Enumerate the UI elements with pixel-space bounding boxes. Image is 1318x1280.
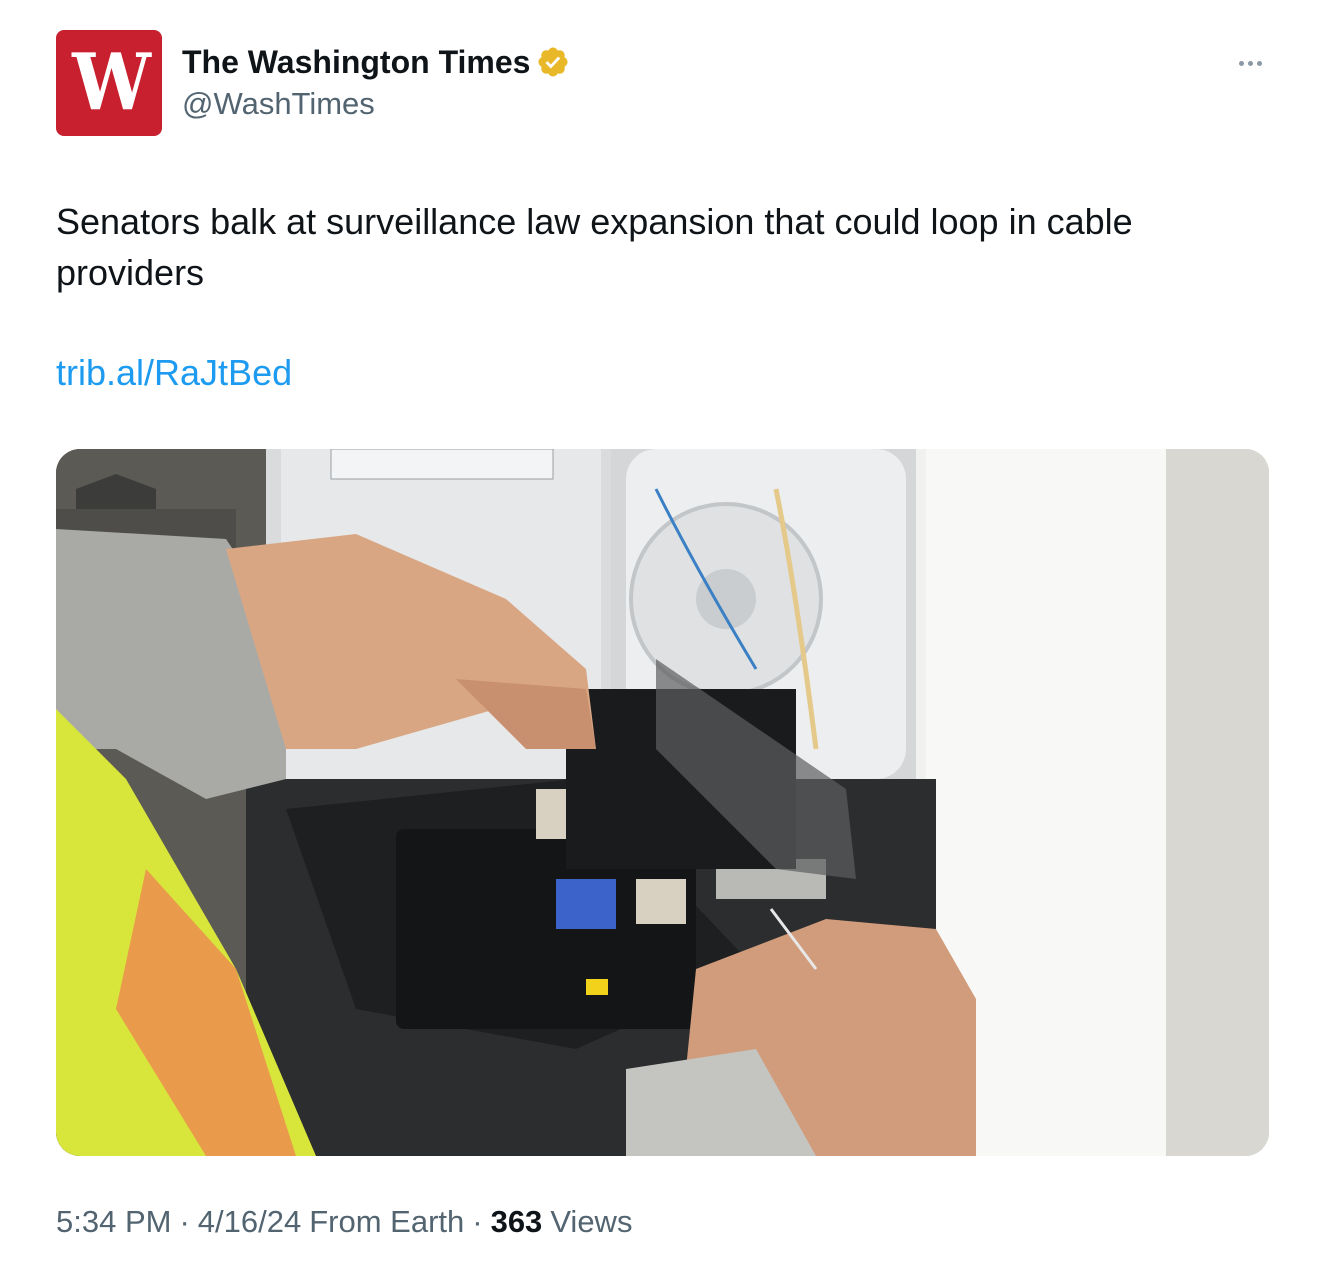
meta-separator: · [179, 1204, 190, 1239]
verified-badge-icon[interactable] [536, 45, 570, 79]
author-name-row: The Washington Times [182, 40, 570, 84]
washington-times-logo: W [72, 37, 151, 128]
more-dot [1238, 60, 1244, 66]
tweet-text: Senators balk at surveillance law expans… [56, 201, 1133, 293]
more-options-icon[interactable] [1230, 48, 1270, 78]
tweet-source: From Earth [309, 1204, 465, 1239]
tweet-metadata: 5:34 PM · 4/16/24 From Earth · 363 Views [56, 1204, 632, 1240]
tweet-time[interactable]: 5:34 PM [56, 1204, 171, 1240]
views-count: 363 [490, 1204, 543, 1239]
author-handle[interactable]: @WashTimes [182, 86, 570, 122]
author-display-name[interactable]: The Washington Times [182, 44, 530, 81]
tweet-photo[interactable] [56, 449, 1269, 1156]
photo-fiber-splicing-icon [56, 449, 1269, 1156]
more-dot [1256, 60, 1262, 66]
meta-separator: · [472, 1204, 483, 1239]
author-info: The Washington Times @WashTimes [182, 40, 570, 122]
author-avatar[interactable]: W [56, 30, 162, 136]
more-dot [1247, 60, 1253, 66]
tweet-date[interactable]: 4/16/24 [198, 1204, 301, 1240]
views-label: Views [550, 1204, 633, 1239]
tweet-link[interactable]: trib.al/RaJtBed [56, 352, 292, 394]
